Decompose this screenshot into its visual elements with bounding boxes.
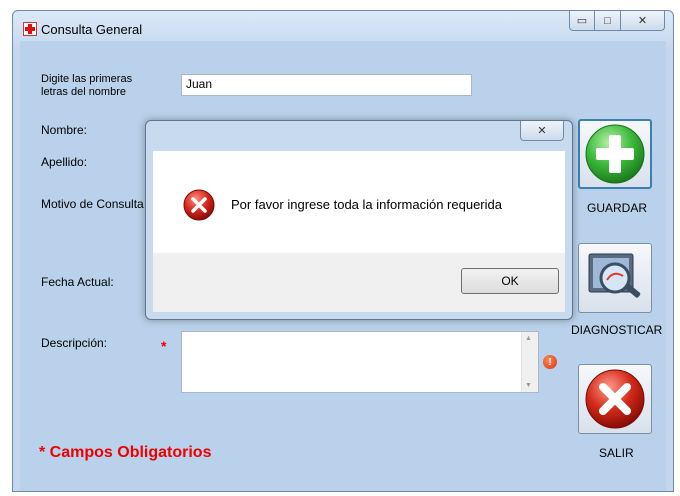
error-icon	[183, 189, 215, 221]
red-cross-icon	[23, 22, 37, 36]
close-button[interactable]: ✕	[621, 11, 665, 31]
minimize-button[interactable]: ▭	[569, 11, 595, 31]
search-input[interactable]: Juan	[181, 74, 472, 96]
diagnosticar-button[interactable]	[578, 243, 652, 313]
title-bar[interactable]: Consulta General ▭ □ ✕	[13, 11, 673, 41]
dialog-body: Por favor ingrese toda la información re…	[153, 151, 565, 253]
dialog-footer: OK	[153, 253, 565, 312]
ok-button[interactable]: OK	[461, 268, 559, 294]
window-title: Consulta General	[41, 22, 143, 37]
search-label-line2: letras del nombre	[41, 86, 126, 98]
guardar-label[interactable]: GUARDAR	[587, 201, 647, 215]
error-provider-icon: !	[543, 355, 557, 369]
motivo-label: Motivo de Consulta	[41, 197, 144, 211]
guardar-button[interactable]	[578, 119, 652, 189]
nombre-label: Nombre:	[41, 123, 88, 137]
scroll-down-icon[interactable]: ▼	[525, 382, 532, 389]
search-label: Digite las primeras letras del nombre	[41, 73, 132, 99]
caption-buttons: ▭ □ ✕	[569, 11, 665, 31]
magnifier-screen-icon	[588, 253, 641, 298]
required-fields-note: * Campos Obligatorios	[39, 444, 212, 461]
fecha-label: Fecha Actual:	[41, 275, 114, 289]
search-label-line1: Digite las primeras	[41, 73, 133, 85]
dialog-message: Por favor ingrese toda la información re…	[231, 197, 502, 212]
diagnosticar-label[interactable]: DIAGNOSTICAR	[571, 323, 662, 337]
exit-x-icon	[585, 369, 645, 429]
descripcion-label: Descripción:	[41, 336, 108, 350]
descripcion-textarea[interactable]: ▲ ▼	[181, 331, 539, 393]
scroll-up-icon[interactable]: ▲	[525, 335, 532, 342]
error-dialog: ✕ Por favor ingrese toda la información …	[145, 120, 573, 320]
salir-button[interactable]	[578, 364, 652, 434]
required-star: *	[161, 338, 167, 354]
salir-label[interactable]: SALIR	[599, 446, 634, 460]
dialog-close-button[interactable]: ✕	[520, 121, 564, 141]
add-plus-icon	[585, 124, 645, 184]
apellido-label: Apellido:	[41, 155, 88, 169]
descripcion-scrollbar[interactable]: ▲ ▼	[521, 332, 538, 392]
maximize-button[interactable]: □	[595, 11, 621, 31]
